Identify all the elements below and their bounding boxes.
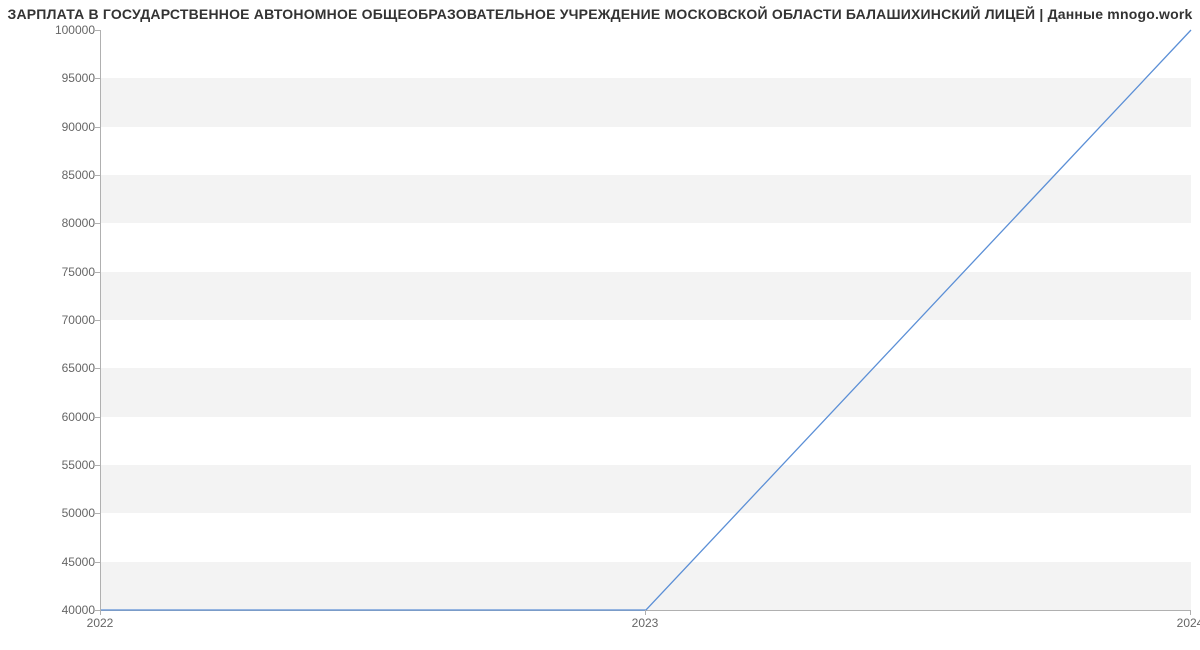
y-tick-mark (95, 272, 100, 273)
y-tick-label: 85000 (5, 168, 95, 182)
y-tick-label: 90000 (5, 120, 95, 134)
y-tick-label: 95000 (5, 71, 95, 85)
y-tick-label: 100000 (5, 23, 95, 37)
x-tick-mark (100, 610, 101, 615)
y-tick-mark (95, 78, 100, 79)
y-tick-label: 55000 (5, 458, 95, 472)
y-tick-mark (95, 175, 100, 176)
line-layer (101, 30, 1191, 610)
y-tick-label: 45000 (5, 555, 95, 569)
y-tick-mark (95, 223, 100, 224)
y-tick-label: 80000 (5, 216, 95, 230)
y-tick-label: 50000 (5, 506, 95, 520)
x-tick-label: 2022 (87, 616, 114, 630)
y-tick-mark (95, 368, 100, 369)
y-tick-label: 75000 (5, 265, 95, 279)
y-tick-mark (95, 513, 100, 514)
plot-area (100, 30, 1191, 611)
x-tick-label: 2023 (632, 616, 659, 630)
y-tick-mark (95, 320, 100, 321)
x-tick-mark (645, 610, 646, 615)
series-line (101, 30, 1191, 610)
y-tick-mark (95, 465, 100, 466)
salary-line-chart: ЗАРПЛАТА В ГОСУДАРСТВЕННОЕ АВТОНОМНОЕ ОБ… (0, 0, 1200, 650)
x-tick-label: 2024 (1177, 616, 1200, 630)
y-tick-mark (95, 562, 100, 563)
y-tick-mark (95, 417, 100, 418)
y-tick-mark (95, 30, 100, 31)
y-tick-label: 60000 (5, 410, 95, 424)
y-tick-label: 40000 (5, 603, 95, 617)
y-tick-label: 65000 (5, 361, 95, 375)
y-tick-label: 70000 (5, 313, 95, 327)
chart-title: ЗАРПЛАТА В ГОСУДАРСТВЕННОЕ АВТОНОМНОЕ ОБ… (0, 6, 1200, 22)
y-tick-mark (95, 127, 100, 128)
x-tick-mark (1190, 610, 1191, 615)
